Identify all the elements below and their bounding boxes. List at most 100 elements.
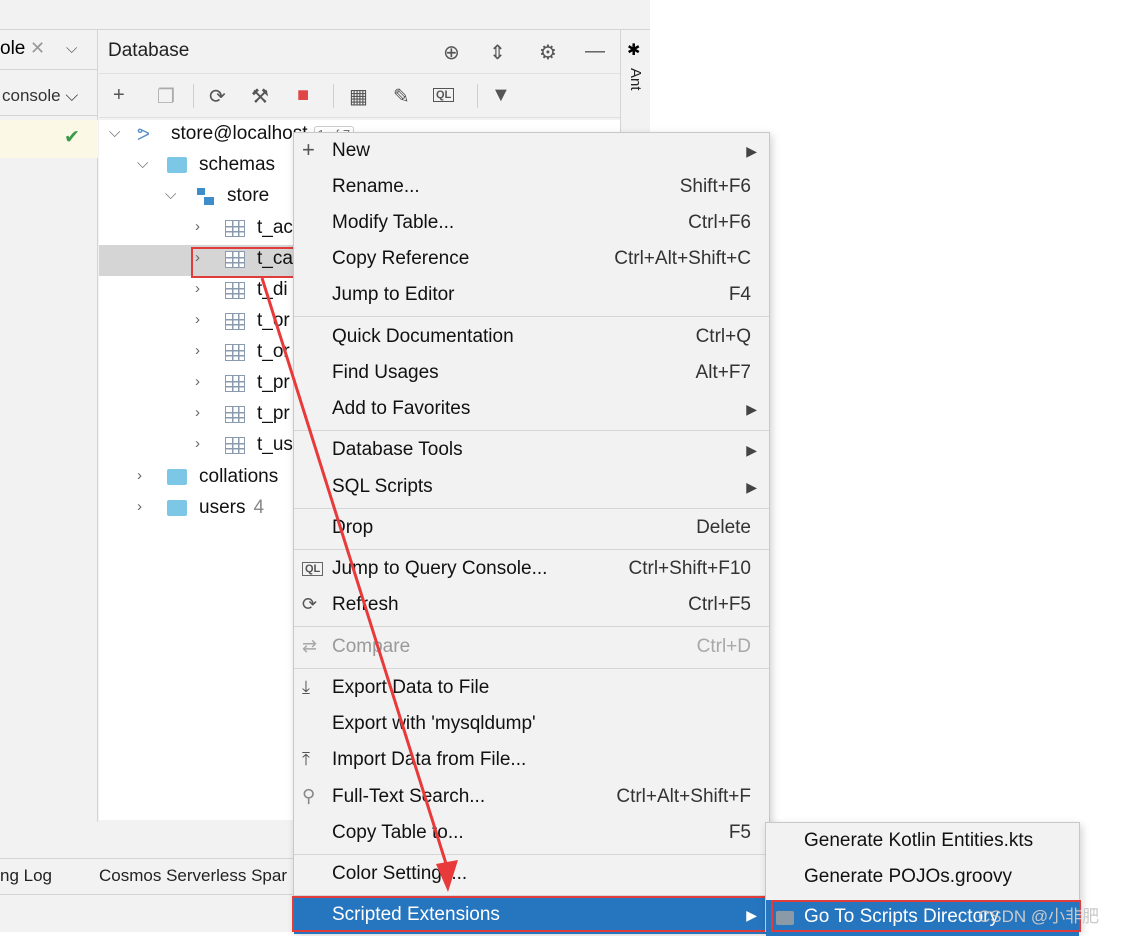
check-icon: ✔ xyxy=(64,127,80,148)
editor-current-line xyxy=(0,120,98,158)
query-console-icon: QL xyxy=(302,562,324,576)
chevron-right-icon[interactable]: › xyxy=(195,435,200,452)
collapse-all-icon[interactable]: ⇕ xyxy=(489,40,506,65)
search-icon: ⚲ xyxy=(302,786,316,806)
toolbar-separator xyxy=(477,84,478,108)
console-selector-row: console ⌵ xyxy=(0,74,98,116)
duplicate-icon[interactable]: ❐ xyxy=(157,84,175,109)
menu-item-rename[interactable]: Rename... Shift+F6 xyxy=(294,170,769,206)
menu-item-compare: ⇄ Compare Ctrl+D xyxy=(294,630,769,666)
table-view-icon[interactable]: ▦ xyxy=(349,84,368,109)
table-label: t_di xyxy=(257,279,288,300)
database-panel-header: Database ⊕ ⇕ ⚙ — xyxy=(99,30,620,74)
submenu-item-label: Generate Kotlin Entities.kts xyxy=(804,830,1034,851)
data-source-properties-icon[interactable]: ⚒ xyxy=(251,84,269,109)
chevron-down-icon[interactable]: ⌵ xyxy=(165,186,176,203)
collations-label: collations xyxy=(199,466,279,487)
table-icon xyxy=(225,344,245,361)
menu-item-label: New xyxy=(332,140,371,161)
close-icon[interactable]: ✕ xyxy=(30,38,45,59)
menu-item-add-to-favorites[interactable]: Add to Favorites ▶ xyxy=(294,392,769,428)
console-selector-label: console xyxy=(2,86,61,105)
menu-item-label: Copy Reference xyxy=(332,248,470,269)
menu-item-label: Export Data to File xyxy=(332,677,490,698)
chevron-down-icon[interactable]: ⌵ xyxy=(137,155,148,172)
users-count: 4 xyxy=(253,497,265,518)
chevron-down-icon[interactable]: ⌵ xyxy=(109,124,120,141)
menu-separator xyxy=(294,549,769,550)
menu-item-export-data[interactable]: ⤓ Export Data to File xyxy=(294,671,769,707)
menu-item-find-usages[interactable]: Find Usages Alt+F7 xyxy=(294,356,769,392)
chevron-right-icon[interactable]: › xyxy=(195,311,200,328)
tool-tab-cosmos[interactable]: Cosmos Serverless Spar xyxy=(99,866,287,886)
table-label: t_pr xyxy=(257,403,290,424)
ant-icon: ✱ xyxy=(627,42,641,59)
chevron-right-icon[interactable]: › xyxy=(195,218,200,235)
watermark-text: CSDN @小非肥 xyxy=(978,907,1100,926)
menu-item-sql-scripts[interactable]: SQL Scripts ▶ xyxy=(294,470,769,506)
menu-item-full-text-search[interactable]: ⚲ Full-Text Search... Ctrl+Alt+Shift+F xyxy=(294,780,769,816)
context-menu: + New ▶ Rename... Shift+F6 Modify Table.… xyxy=(293,132,770,934)
add-icon[interactable]: + xyxy=(113,84,125,107)
gear-icon[interactable]: ⚙ xyxy=(539,40,557,65)
menu-item-copy-reference[interactable]: Copy Reference Ctrl+Alt+Shift+C xyxy=(294,242,769,278)
datasource-label: store@localhost xyxy=(171,123,308,144)
menu-item-label: Add to Favorites xyxy=(332,398,471,419)
query-console-icon[interactable]: QL xyxy=(433,88,455,102)
menu-item-shortcut: Delete xyxy=(696,517,751,538)
menu-item-jump-to-editor[interactable]: Jump to Editor F4 xyxy=(294,278,769,314)
menu-item-label: Quick Documentation xyxy=(332,326,514,347)
menu-item-database-tools[interactable]: Database Tools ▶ xyxy=(294,433,769,469)
left-tool-panel: ole ✕ ⌵ console ⌵ ✔ xyxy=(0,30,98,822)
menu-item-quick-documentation[interactable]: Quick Documentation Ctrl+Q xyxy=(294,320,769,356)
menu-item-drop[interactable]: Drop Delete xyxy=(294,511,769,547)
submenu-item-generate-kotlin[interactable]: Generate Kotlin Entities.kts xyxy=(766,824,1079,860)
submenu-item-label: Generate POJOs.groovy xyxy=(804,866,1013,887)
menu-item-jump-to-query-console[interactable]: QL Jump to Query Console... Ctrl+Shift+F… xyxy=(294,552,769,588)
chevron-down-icon[interactable]: ⌵ xyxy=(66,40,77,57)
submenu-arrow-icon: ▶ xyxy=(746,401,757,417)
chevron-right-icon[interactable]: › xyxy=(137,467,142,484)
stop-icon[interactable]: ■ xyxy=(297,84,309,107)
left-tab-label[interactable]: ole xyxy=(0,38,25,60)
menu-item-shortcut: F4 xyxy=(728,284,751,305)
store-label: store xyxy=(227,185,270,206)
submenu-item-generate-pojos[interactable]: Generate POJOs.groovy xyxy=(766,860,1079,896)
table-label: t_pr xyxy=(257,372,290,393)
menu-item-modify-table[interactable]: Modify Table... Ctrl+F6 xyxy=(294,206,769,242)
menu-separator xyxy=(294,668,769,669)
chevron-right-icon[interactable]: › xyxy=(195,342,200,359)
menu-item-shortcut: Ctrl+Alt+Shift+F xyxy=(616,786,751,807)
chevron-right-icon[interactable]: › xyxy=(195,280,200,297)
table-icon xyxy=(225,313,245,330)
filter-icon[interactable]: ▼ xyxy=(491,84,511,107)
mysql-icon: ᕗ xyxy=(137,124,151,144)
chevron-right-icon[interactable]: › xyxy=(195,404,200,421)
menu-item-new[interactable]: + New ▶ xyxy=(294,134,769,170)
table-icon xyxy=(225,375,245,392)
tool-tab-log[interactable]: ng Log xyxy=(0,866,52,886)
menu-item-label: Copy Table to... xyxy=(332,822,464,843)
chevron-right-icon[interactable]: › xyxy=(137,498,142,515)
table-label: t_or xyxy=(257,310,290,331)
target-icon[interactable]: ⊕ xyxy=(443,40,460,65)
edit-icon[interactable]: ✎ xyxy=(393,84,410,109)
menu-item-label: Import Data from File... xyxy=(332,749,527,770)
menu-item-label: Full-Text Search... xyxy=(332,786,486,807)
refresh-icon[interactable]: ⟳ xyxy=(209,84,226,109)
menu-item-color-settings[interactable]: Color Settings... xyxy=(294,857,769,893)
menu-item-label: Modify Table... xyxy=(332,212,455,233)
table-icon xyxy=(225,282,245,299)
menu-item-shortcut: Alt+F7 xyxy=(695,362,751,383)
ant-label: Ant xyxy=(627,68,644,91)
schemas-label: schemas xyxy=(199,154,276,175)
menu-item-copy-table[interactable]: Copy Table to... F5 xyxy=(294,816,769,852)
chevron-right-icon[interactable]: › xyxy=(195,373,200,390)
menu-item-export-mysqldump[interactable]: Export with 'mysqldump' xyxy=(294,707,769,743)
menu-item-refresh[interactable]: ⟳ Refresh Ctrl+F5 xyxy=(294,588,769,624)
panel-title: Database xyxy=(108,40,190,61)
menu-item-import-data[interactable]: ⤒ Import Data from File... xyxy=(294,743,769,779)
minimize-icon[interactable]: — xyxy=(585,40,605,63)
refresh-icon: ⟳ xyxy=(302,594,318,614)
console-selector[interactable]: console ⌵ xyxy=(2,86,78,106)
